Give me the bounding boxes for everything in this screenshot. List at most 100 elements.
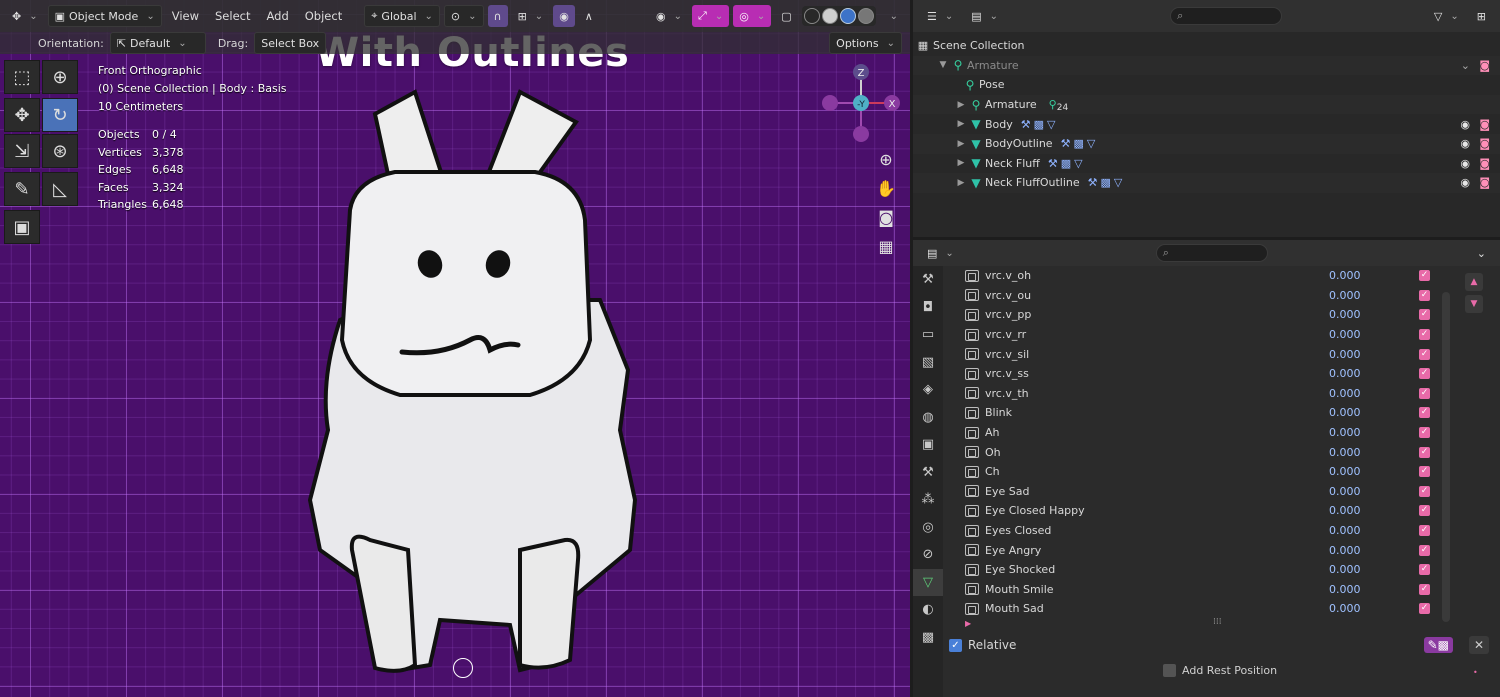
filter-dropdown[interactable]: ▽ [1428,5,1465,27]
outliner-row-scene-collection[interactable]: ▦ Scene Collection [913,36,1500,56]
properties-options-dropdown[interactable]: ⌄ [1471,242,1492,264]
shape-keys-list[interactable]: vrc.v_oh 0.000 ✓ vrc.v_ou 0.000 ✓ vrc.v_pp 0.… [951,266,1451,628]
shape-key-mute-checkbox[interactable]: ✓ [1419,446,1430,458]
resize-grip-icon[interactable]: ⁞⁞⁞ [1213,617,1222,627]
shape-key-mute-checkbox[interactable]: ✓ [1419,603,1430,615]
expand-arrow-icon[interactable]: ▶ [965,619,971,628]
shape-key-row[interactable]: Ah 0.000 ✓ [951,423,1451,443]
menu-select[interactable]: Select [209,9,256,23]
expand-arrow-icon[interactable]: ▶ [955,178,967,188]
texture-tab[interactable]: ▩ [913,624,943,652]
shape-key-edit-mode-toggle[interactable]: ✎▩ [1423,637,1453,653]
tool-tab[interactable]: ⚒ [913,266,943,294]
shape-key-value[interactable]: 0.000 [1329,367,1361,380]
shape-key-row[interactable]: Mouth Sad 0.000 ✓ [951,599,1451,619]
shape-key-value[interactable]: 0.000 [1329,308,1361,321]
cursor-tool[interactable]: ⊕ [42,60,78,94]
physics-tab[interactable]: ◎ [913,514,943,542]
shape-key-row[interactable]: Eye Closed Happy 0.000 ✓ [951,501,1451,521]
expand-arrow-icon[interactable]: ▶ [955,158,967,168]
menu-object[interactable]: Object [299,9,348,23]
shape-key-mute-checkbox[interactable]: ✓ [1419,525,1430,537]
options-dropdown[interactable]: Options [829,32,902,54]
shape-key-mute-checkbox[interactable]: ✓ [1419,329,1430,341]
transform-tool[interactable]: ⊛ [42,134,78,168]
hide-toggle-icon[interactable]: ⌄ [1461,59,1470,72]
outliner-row[interactable]: ▶ ▼ Neck FluffOutline ⚒▩▽ ◉ ◙ [913,173,1500,193]
render-tab[interactable]: ◘ [913,294,943,322]
shape-key-row[interactable]: Eye Shocked 0.000 ✓ [951,560,1451,580]
shape-key-mute-checkbox[interactable]: ✓ [1419,485,1430,497]
properties-search-input[interactable]: ⌕ [1155,244,1268,262]
zoom-icon[interactable]: ⊕ [872,145,900,173]
bunny-model[interactable] [280,80,650,680]
shape-key-value[interactable]: 0.000 [1329,348,1361,361]
material-tab[interactable]: ◐ [913,596,943,624]
shape-key-value[interactable]: 0.000 [1329,446,1361,459]
orientation-dropdown[interactable]: ⇱ Default [109,32,206,54]
expand-arrow-icon[interactable]: ▼ [937,60,949,70]
shape-key-row[interactable]: Eye Angry 0.000 ✓ [951,540,1451,560]
eye-icon[interactable]: ◉ [1460,176,1470,189]
add-cube-tool[interactable]: ▣ [4,210,40,244]
move-up-button[interactable]: ▲ [1465,273,1483,291]
proportional-edit-toggle[interactable]: ◉ [553,5,575,27]
overlays-toggle[interactable]: ◎ [733,5,772,27]
pan-hand-icon[interactable]: ✋ [872,174,900,202]
shape-key-mute-checkbox[interactable]: ✓ [1419,309,1430,321]
move-down-button[interactable]: ▼ [1465,295,1483,313]
shape-key-row[interactable]: Eye Sad 0.000 ✓ [951,482,1451,502]
shape-key-value[interactable]: 0.000 [1329,269,1361,282]
new-collection-button[interactable]: ⊞ [1471,5,1492,27]
shape-key-row[interactable]: Mouth Smile 0.000 ✓ [951,580,1451,600]
falloff-dropdown[interactable]: ∧ [579,5,599,27]
shape-key-mute-checkbox[interactable]: ✓ [1419,387,1430,399]
shape-key-mute-checkbox[interactable]: ✓ [1419,564,1430,576]
shape-key-row[interactable]: Oh 0.000 ✓ [951,442,1451,462]
3d-viewport[interactable]: With Outlines ✥ ▣ Object Mode View Selec… [0,0,910,697]
relative-checkbox[interactable]: ✓ [949,638,962,652]
shape-key-row[interactable]: vrc.v_th 0.000 ✓ [951,384,1451,404]
outliner-row[interactable]: ⚲ Pose [913,75,1500,95]
drag-dropdown[interactable]: Select Box [254,32,327,54]
shape-key-row[interactable]: Eyes Closed 0.000 ✓ [951,521,1451,541]
render-camera-icon[interactable]: ◙ [1479,59,1490,72]
keyframe-dot-icon[interactable]: • [1473,668,1478,677]
scene-tab[interactable]: ◈ [913,376,943,404]
properties-editor-type[interactable]: ▤ [921,242,960,264]
clear-weights-button[interactable]: ✕ [1469,636,1489,654]
render-camera-icon[interactable]: ◙ [1479,137,1490,150]
rest-position-checkbox[interactable] [1163,664,1176,677]
rotate-tool[interactable]: ↻ [42,98,78,132]
gizmo-toggle[interactable]: ⤢ [692,5,730,27]
particles-tab[interactable]: ⁂ [913,486,943,514]
outliner-row[interactable]: ▶ ▼ Body ⚒▩▽ ◉ ◙ [913,114,1500,134]
shape-key-value[interactable]: 0.000 [1329,387,1361,400]
shape-key-mute-checkbox[interactable]: ✓ [1419,583,1430,595]
move-tool[interactable]: ✥ [4,98,40,132]
expand-arrow-icon[interactable]: ▶ [955,100,967,110]
shape-key-row[interactable]: vrc.v_oh 0.000 ✓ [951,266,1451,286]
render-camera-icon[interactable]: ◙ [1479,157,1490,170]
shape-key-value[interactable]: 0.000 [1329,289,1361,302]
constraints-tab[interactable]: ⊘ [913,541,943,569]
view-layer-tab[interactable]: ▧ [913,349,943,377]
shape-key-row[interactable]: vrc.v_ou 0.000 ✓ [951,286,1451,306]
scale-tool[interactable]: ⇲ [4,134,40,168]
render-camera-icon[interactable]: ◙ [1479,118,1490,131]
object-tab[interactable]: ▣ [913,431,943,459]
outliner-editor-type[interactable]: ☰ [921,5,959,27]
eye-icon[interactable]: ◉ [1460,157,1470,170]
shape-key-row[interactable]: vrc.v_pp 0.000 ✓ [951,305,1451,325]
shape-key-mute-checkbox[interactable]: ✓ [1419,270,1430,282]
outliner-row[interactable]: ▶ ▼ Neck Fluff ⚒▩▽ ◉ ◙ [913,154,1500,174]
eye-icon[interactable]: ◉ [1460,118,1470,131]
shape-key-mute-checkbox[interactable]: ✓ [1419,466,1430,478]
shape-key-value[interactable]: 0.000 [1329,406,1361,419]
shape-key-mute-checkbox[interactable]: ✓ [1419,505,1430,517]
pivot-dropdown[interactable]: ⊙ [443,5,484,27]
shape-key-mute-checkbox[interactable]: ✓ [1419,427,1430,439]
outliner-search-input[interactable]: ⌕ [1170,7,1283,25]
navigation-gizmo[interactable]: Z X -Y [820,60,910,150]
shape-key-mute-checkbox[interactable]: ✓ [1419,407,1430,419]
